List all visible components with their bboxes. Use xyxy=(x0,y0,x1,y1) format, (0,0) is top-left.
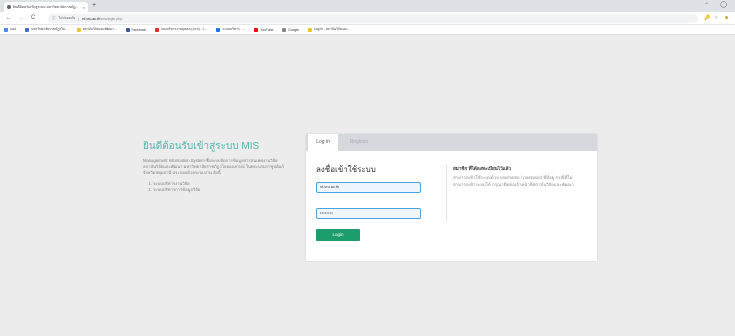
bookmark-item[interactable]: สถาบันวิจัยและพัฒนา... xyxy=(76,27,117,32)
bookmark-favicon-icon xyxy=(216,27,221,32)
bookmark-item[interactable]: แอป xyxy=(4,27,16,32)
list-item: ระบบบริหารการข้อมูลวิจัย xyxy=(153,187,291,193)
bookmark-item[interactable]: YouTube xyxy=(254,27,274,32)
bookmark-label: สถาบันวิจัยและพัฒนา... xyxy=(82,27,117,31)
login-button[interactable]: Login xyxy=(316,229,360,241)
minimize-window-icon[interactable]: − xyxy=(705,1,709,8)
member-info-text: สามารถเข้าใช้ระบบด้วย username / passwor… xyxy=(453,175,575,187)
address-separator: | xyxy=(78,16,80,21)
url-path: /mis/login.php xyxy=(100,16,123,21)
bookmark-label: ระบบบริหาร - ... xyxy=(222,27,246,31)
back-arrow-icon[interactable]: ← xyxy=(6,15,12,22)
bookmark-label: YouTube xyxy=(260,27,274,32)
intro-description: Management Information System ซึ่งระบบจั… xyxy=(143,158,284,175)
bookmark-favicon-icon xyxy=(76,27,81,32)
forward-arrow-icon[interactable]: → xyxy=(18,15,24,22)
browser-toolbar: ← → C ⓘ ไม่ปลอดภัย | rd.vru.ac.th/mis/lo… xyxy=(0,12,735,25)
new-tab-button[interactable]: + xyxy=(92,1,96,11)
bookmark-label: แอป xyxy=(10,27,17,31)
bookmark-item[interactable]: กองบริหารงานบุคคล (มรภ) - L... xyxy=(155,27,207,32)
bookmark-favicon-icon xyxy=(4,27,8,32)
reload-icon[interactable]: C xyxy=(31,15,35,22)
tab-register[interactable]: Register xyxy=(341,134,377,151)
welcome-title: ยินดีต้อนรับเข้าสู่ระบบ MIS xyxy=(143,141,260,152)
close-tab-icon[interactable]: × xyxy=(83,5,85,10)
member-info-heading: สมาชิก ที่ได้ลงทะเบียนไว้แล้ว xyxy=(453,166,512,171)
login-card: Log in Register ลงชื่อเข้าใช้ระบบ rd.vru… xyxy=(306,134,597,261)
address-bar[interactable]: ⓘ ไม่ปลอดภัย | rd.vru.ac.th/mis/login.ph… xyxy=(48,14,698,23)
browser-tab[interactable]: ยินดีต้อนรับเข้าสู่ระบบ มหาวิทยาลัยราชภั… xyxy=(4,2,88,12)
bookmark-label: Facebook xyxy=(131,27,147,32)
page-body: ยินดีต้อนรับเข้าสู่ระบบ MIS Management I… xyxy=(0,36,735,336)
intro-section: ยินดีต้อนรับเข้าสู่ระบบ MIS Management I… xyxy=(143,139,291,193)
system-list: ระบบบริหารงานวิจัย ระบบบริหารการข้อมูลวิ… xyxy=(143,181,291,193)
key-icon[interactable]: 🔑 xyxy=(704,15,710,22)
restore-window-icon[interactable]: ◯ xyxy=(720,1,727,8)
window-controls: − ◯ xyxy=(705,1,727,8)
bookmark-favicon-icon xyxy=(25,27,30,32)
bookmark-label: มหาวิทยาลัยราชภัฏวไล... xyxy=(31,27,68,31)
browser-tab-strip: ยินดีต้อนรับเข้าสู่ระบบ มหาวิทยาลัยราชภั… xyxy=(0,0,735,12)
browser-tab-title: ยินดีต้อนรับเข้าสู่ระบบ มหาวิทยาลัยราชภั… xyxy=(13,4,79,9)
url-host: rd.vru.ac.th xyxy=(82,16,101,21)
bookmark-label: Google xyxy=(288,27,299,32)
bookmark-item[interactable]: Facebook xyxy=(125,27,147,32)
password-input[interactable]: •••••••• xyxy=(316,208,421,219)
bookmark-favicon-icon xyxy=(282,27,287,32)
tab-login[interactable]: Log in xyxy=(308,134,338,151)
bookmark-favicon-icon xyxy=(125,27,130,32)
bookmark-item[interactable]: มหาวิทยาลัยราชภัฏวไล... xyxy=(25,27,68,32)
bookmark-item[interactable]: ระบบบริหาร - ... xyxy=(216,27,245,32)
bookmark-item[interactable]: Log in - สถาบันวิจัยและ... xyxy=(307,27,351,32)
site-favicon-icon xyxy=(7,5,11,9)
security-status: ไม่ปลอดภัย xyxy=(58,16,76,20)
bookmark-item[interactable]: Google xyxy=(282,27,299,32)
bookmark-favicon-icon xyxy=(254,27,259,32)
bookmark-star-icon[interactable]: ☆ xyxy=(714,15,718,22)
bookmarks-bar: แอป มหาวิทยาลัยราชภัฏวไล... สถาบันวิจัยและ… xyxy=(0,25,735,35)
divider xyxy=(446,164,447,222)
bookmark-favicon-icon xyxy=(307,27,312,32)
site-info-icon[interactable]: ⓘ xyxy=(52,16,56,21)
bookmark-label: Log in - สถาบันวิจัยและ... xyxy=(313,27,351,31)
bookmark-favicon-icon xyxy=(155,27,160,32)
profile-avatar-icon[interactable]: ☻ xyxy=(724,15,729,22)
login-tabs: Log in Register xyxy=(306,134,597,151)
login-heading: ลงชื่อเข้าใช้ระบบ xyxy=(316,165,376,174)
username-input[interactable]: rd.vru.ac.th xyxy=(316,182,421,193)
bookmark-label: กองบริหารงานบุคคล (มรภ) - L... xyxy=(161,27,208,31)
